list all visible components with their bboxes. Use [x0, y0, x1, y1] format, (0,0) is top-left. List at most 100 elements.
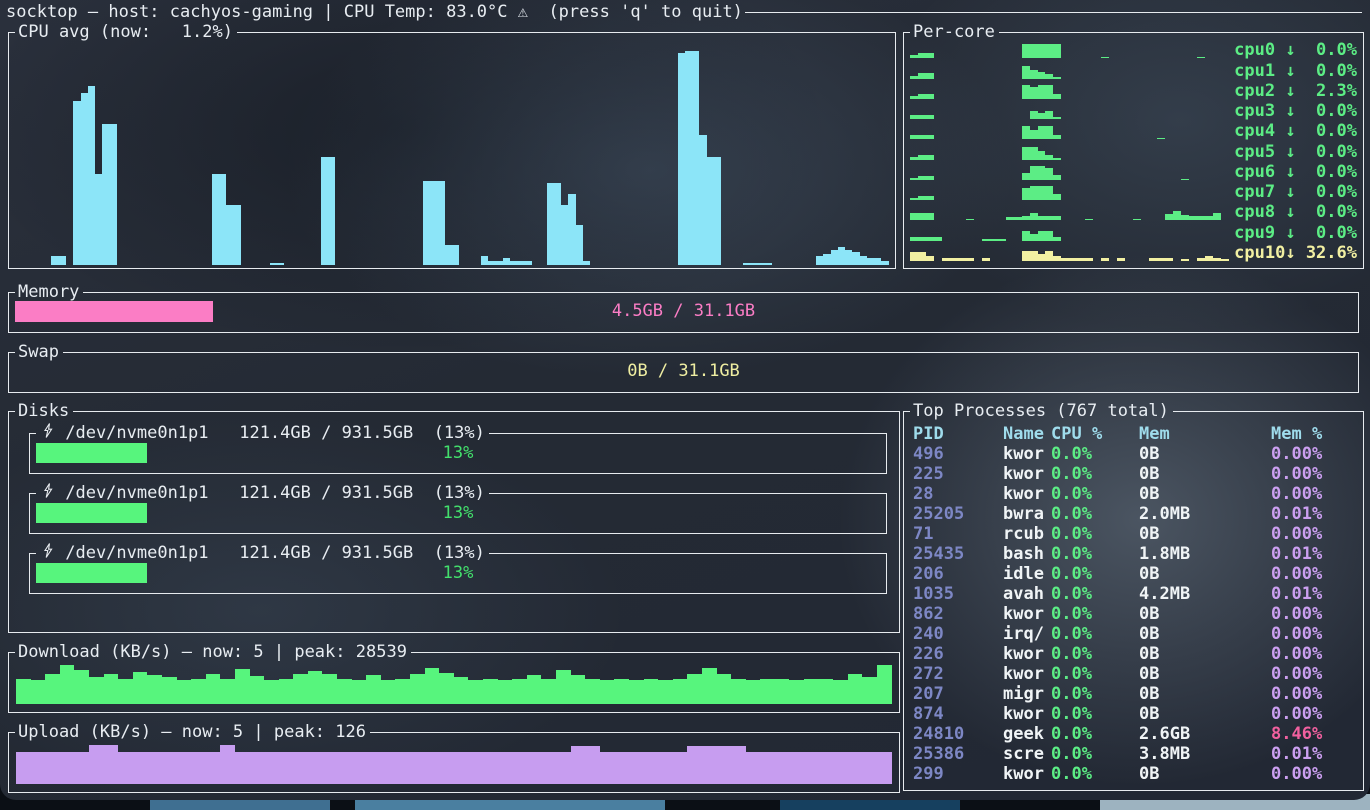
- bar: [517, 261, 524, 265]
- bar: [831, 250, 838, 265]
- cell: 240: [913, 624, 1003, 644]
- bar: [16, 679, 31, 704]
- bar: [614, 679, 629, 704]
- bar: [966, 219, 974, 221]
- cell: 0.0%: [1051, 724, 1139, 744]
- bar: [31, 680, 46, 704]
- bar: [226, 205, 233, 265]
- core-label: cpu0 ↓ 0.0%: [1234, 41, 1357, 60]
- cell: 0B: [1139, 664, 1271, 684]
- bar: [1053, 194, 1061, 200]
- cell: 0.00%: [1271, 464, 1357, 484]
- bar: [910, 135, 918, 139]
- terminal-window[interactable]: socktop — host: cachyos-gaming | CPU Tem…: [0, 0, 1370, 800]
- core-sparkline: [910, 42, 1229, 58]
- bar: [687, 674, 702, 704]
- core-sparkline: [910, 143, 1229, 159]
- bar: [714, 157, 721, 265]
- bar: [1077, 258, 1085, 261]
- bar: [1022, 188, 1030, 200]
- bar: [1045, 168, 1053, 179]
- bar: [881, 261, 888, 265]
- bar: [439, 752, 454, 784]
- bar: [1030, 234, 1038, 241]
- bar: [746, 752, 761, 784]
- cell: irq/: [1003, 624, 1051, 644]
- bar: [162, 677, 177, 704]
- cell: 0.01%: [1271, 544, 1357, 564]
- bar: [1213, 213, 1221, 220]
- bar: [425, 668, 440, 704]
- bar: [760, 679, 775, 704]
- bar: [910, 237, 918, 240]
- bar: [445, 245, 452, 265]
- bar: [1053, 216, 1061, 220]
- cell: 0.0%: [1051, 664, 1139, 684]
- bar: [1157, 258, 1165, 260]
- bar: [1053, 175, 1061, 180]
- bar: [1181, 215, 1189, 221]
- bar: [743, 263, 750, 265]
- bar: [321, 157, 328, 265]
- core-row: cpu0 ↓ 0.0%: [910, 40, 1359, 60]
- bar: [918, 213, 926, 220]
- bar: [277, 263, 284, 265]
- bar: [481, 256, 488, 265]
- cell: kwor: [1003, 464, 1051, 484]
- bar: [1213, 258, 1221, 260]
- core-label: cpu6 ↓ 0.0%: [1234, 163, 1357, 182]
- bar: [104, 674, 119, 704]
- bar: [926, 176, 934, 180]
- column-header: Mem: [1139, 424, 1271, 444]
- cell: 0.0%: [1051, 684, 1139, 704]
- cell: 0.0%: [1051, 524, 1139, 544]
- cell: 1.8MB: [1139, 544, 1271, 564]
- bar: [1022, 251, 1030, 261]
- bar: [918, 155, 926, 160]
- cell: 0.00%: [1271, 664, 1357, 684]
- bar: [235, 669, 250, 704]
- bar: [510, 261, 517, 265]
- bar: [1022, 216, 1030, 220]
- bar: [454, 677, 469, 704]
- bar: [702, 668, 717, 704]
- cell: 496: [913, 444, 1003, 464]
- core-sparkline: [910, 123, 1229, 139]
- cell: kwor: [1003, 644, 1051, 664]
- memory-value: 4.5GB / 31.1GB: [9, 301, 1358, 322]
- bar: [819, 752, 834, 784]
- bar: [264, 752, 279, 784]
- bar: [352, 752, 367, 784]
- bar: [926, 135, 934, 139]
- bar: [614, 752, 629, 784]
- bar: [206, 674, 221, 704]
- swap-title: Swap: [15, 342, 63, 362]
- bar: [877, 752, 892, 784]
- download-panel: Download (KB/s) — now: 5 | peak: 28539: [8, 652, 900, 713]
- bar: [1038, 113, 1046, 119]
- cell: 0.0%: [1051, 704, 1139, 724]
- cell: 0.00%: [1271, 444, 1357, 464]
- bar: [746, 680, 761, 704]
- core-label: cpu10↓ 32.6%: [1234, 244, 1357, 263]
- process-row: 299kwor0.0%0B0.00%: [913, 764, 1357, 784]
- bar: [1038, 166, 1046, 180]
- process-row: 28kwor0.0%0B0.00%: [913, 484, 1357, 504]
- bar: [81, 93, 88, 265]
- bar: [910, 252, 918, 261]
- bar: [1022, 126, 1030, 139]
- core-row: cpu9 ↓ 0.0%: [910, 222, 1359, 242]
- bar: [789, 752, 804, 784]
- lightning-icon: [43, 423, 53, 438]
- cell: 0B: [1139, 684, 1271, 704]
- bar: [789, 680, 804, 704]
- cell: 0B: [1139, 524, 1271, 544]
- bar: [45, 752, 60, 784]
- bar: [918, 94, 926, 99]
- bar: [177, 680, 192, 704]
- bar: [910, 76, 918, 79]
- bar: [823, 254, 830, 265]
- bar: [910, 55, 918, 58]
- disks-panel: Disks /dev/nvme0n1p1 121.4GB / 931.5GB (…: [8, 411, 900, 633]
- core-label: cpu9 ↓ 0.0%: [1234, 224, 1357, 243]
